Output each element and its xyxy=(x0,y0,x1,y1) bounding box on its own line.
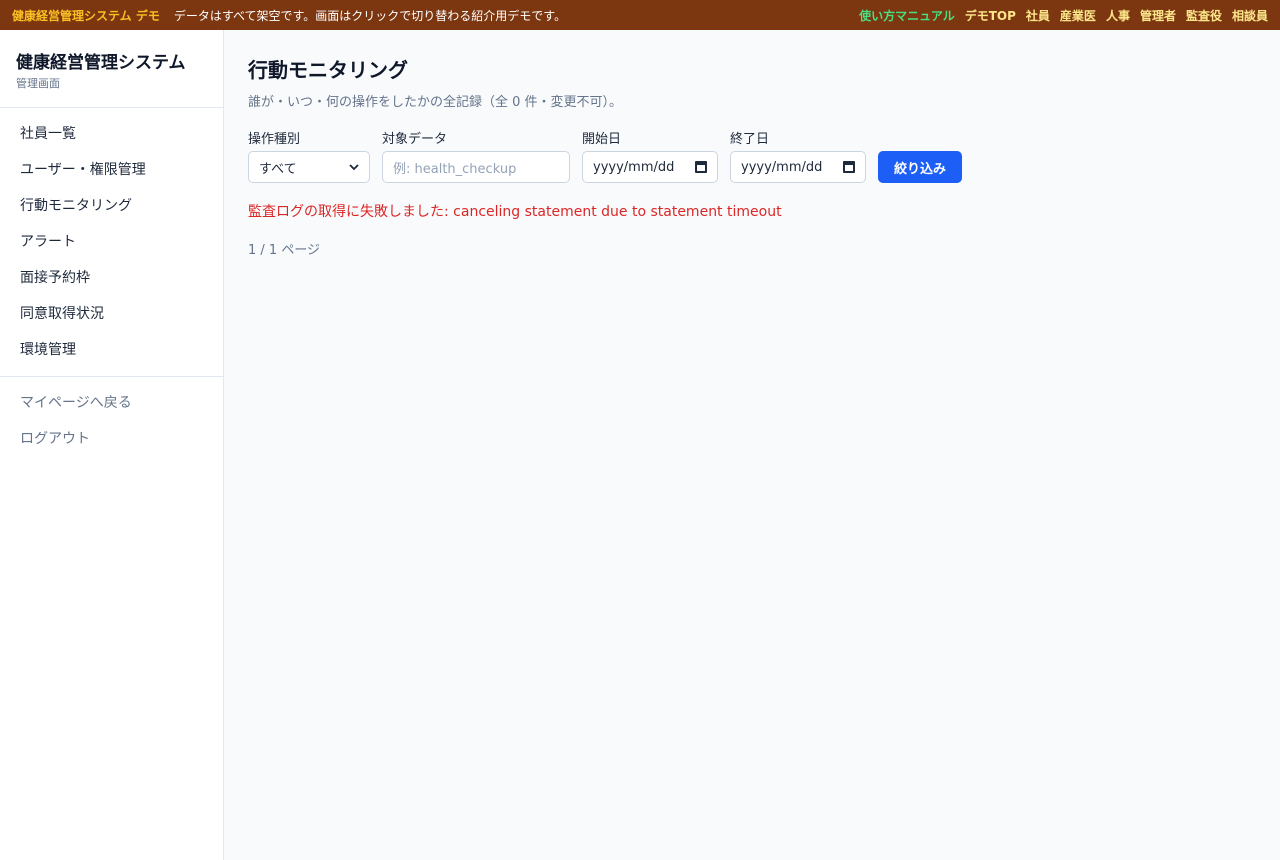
link-demo-top[interactable]: デモTOP xyxy=(965,7,1016,24)
sidebar-secondary-nav: マイページへ戻る ログアウト xyxy=(0,377,223,465)
calendar-icon[interactable] xyxy=(843,161,855,173)
demo-brand: 健康経営管理システム デモ xyxy=(12,8,160,23)
end-date-placeholder: yyyy/mm/dd xyxy=(741,159,823,175)
sidebar-item-activity-monitoring[interactable]: 行動モニタリング xyxy=(0,188,223,224)
start-date-label: 開始日 xyxy=(582,132,622,147)
demo-links: 使い方マニュアル デモTOP 社員 産業医 人事 管理者 監査役 相談員 xyxy=(859,7,1268,24)
filter-submit-button[interactable]: 絞り込み xyxy=(878,151,963,183)
demo-banner: 健康経営管理システム デモ データはすべて架空です。画面はクリックで切り替わる紹… xyxy=(0,0,1280,30)
calendar-icon[interactable] xyxy=(695,161,707,173)
sidebar-nav: 社員一覧 ユーザー・権限管理 行動モニタリング アラート 面接予約枠 同意取得状… xyxy=(0,108,223,377)
chevron-down-icon xyxy=(349,164,359,171)
sidebar-item-alerts[interactable]: アラート xyxy=(0,224,223,260)
pagination-info: 1 / 1 ページ xyxy=(248,243,321,258)
page-title: 行動モニタリング xyxy=(248,58,408,82)
demo-notice: データはすべて架空です。画面はクリックで切り替わる紹介用デモです。 xyxy=(173,8,567,23)
sidebar-item-back-to-mypage[interactable]: マイページへ戻る xyxy=(0,385,223,421)
error-message: 監査ログの取得に失敗しました: canceling statement due … xyxy=(248,204,782,220)
target-input[interactable]: 例: health_checkup xyxy=(382,151,570,183)
start-date-field: 開始日 yyyy/mm/dd xyxy=(582,128,718,183)
operation-field: 操作種別 すべて xyxy=(248,128,370,183)
sidebar: 健康経営管理システム 管理画面 社員一覧 ユーザー・権限管理 行動モニタリング … xyxy=(0,30,224,860)
sidebar-header: 健康経営管理システム 管理画面 xyxy=(0,30,223,108)
app-title: 健康経営管理システム xyxy=(16,53,186,73)
link-occupational-physician[interactable]: 産業医 xyxy=(1060,7,1096,24)
operation-select-value: すべて xyxy=(259,161,297,177)
end-date-label: 終了日 xyxy=(730,132,770,147)
sidebar-item-consent-status[interactable]: 同意取得状況 xyxy=(0,296,223,332)
filter-form: 操作種別 すべて 対象データ 例: health_checkup 開始日 yyy… xyxy=(248,128,1258,183)
link-admin[interactable]: 管理者 xyxy=(1140,7,1176,24)
target-field: 対象データ 例: health_checkup xyxy=(382,128,570,183)
link-manual[interactable]: 使い方マニュアル xyxy=(859,7,955,24)
target-input-placeholder: 例: health_checkup xyxy=(393,161,517,177)
sidebar-item-logout[interactable]: ログアウト xyxy=(0,421,223,457)
main-content: 行動モニタリング 誰が・いつ・何の操作をしたかの全記録（全 0 件・変更不可）。… xyxy=(248,30,1258,258)
end-date-field: 終了日 yyyy/mm/dd xyxy=(730,128,866,183)
link-employee[interactable]: 社員 xyxy=(1026,7,1050,24)
page-description: 誰が・いつ・何の操作をしたかの全記録（全 0 件・変更不可）。 xyxy=(248,95,623,110)
target-label: 対象データ xyxy=(382,132,448,147)
link-auditor[interactable]: 監査役 xyxy=(1186,7,1222,24)
sidebar-item-employees[interactable]: 社員一覧 xyxy=(0,116,223,152)
start-date-placeholder: yyyy/mm/dd xyxy=(593,159,675,175)
operation-label: 操作種別 xyxy=(248,132,301,147)
app-subtitle: 管理画面 xyxy=(16,77,60,90)
start-date-input[interactable]: yyyy/mm/dd xyxy=(582,151,718,183)
sidebar-item-users-permissions[interactable]: ユーザー・権限管理 xyxy=(0,152,223,188)
end-date-input[interactable]: yyyy/mm/dd xyxy=(730,151,866,183)
link-counselor[interactable]: 相談員 xyxy=(1232,7,1268,24)
link-hr[interactable]: 人事 xyxy=(1106,7,1130,24)
operation-select[interactable]: すべて xyxy=(248,151,370,183)
sidebar-item-environment[interactable]: 環境管理 xyxy=(0,332,223,368)
sidebar-item-interview-slots[interactable]: 面接予約枠 xyxy=(0,260,223,296)
